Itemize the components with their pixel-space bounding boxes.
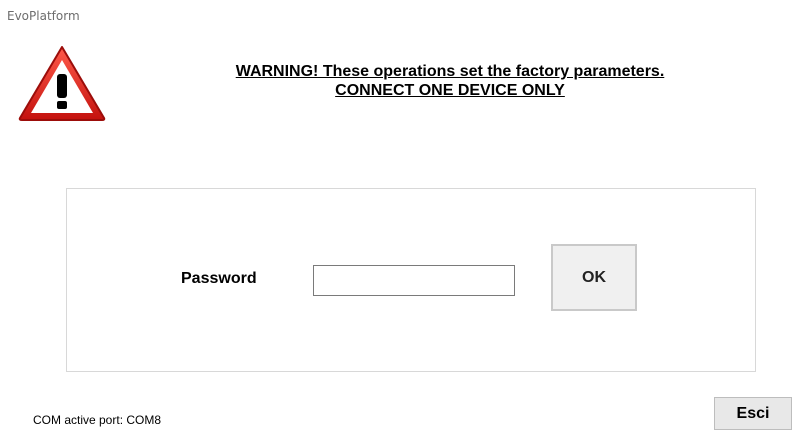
warning-message: WARNING! These operations set the factor… [170,62,730,100]
warning-triangle-icon [17,44,107,122]
warning-line-1: WARNING! These operations set the factor… [235,63,665,80]
exit-button[interactable]: Esci [714,397,792,430]
warning-line-2: CONNECT ONE DEVICE ONLY [335,82,565,99]
password-input[interactable] [313,265,515,296]
ok-button[interactable]: OK [551,244,637,311]
password-label: Password [181,270,257,287]
com-port-status: COM active port: COM8 [33,413,162,427]
window-title: EvoPlatform [7,9,80,23]
